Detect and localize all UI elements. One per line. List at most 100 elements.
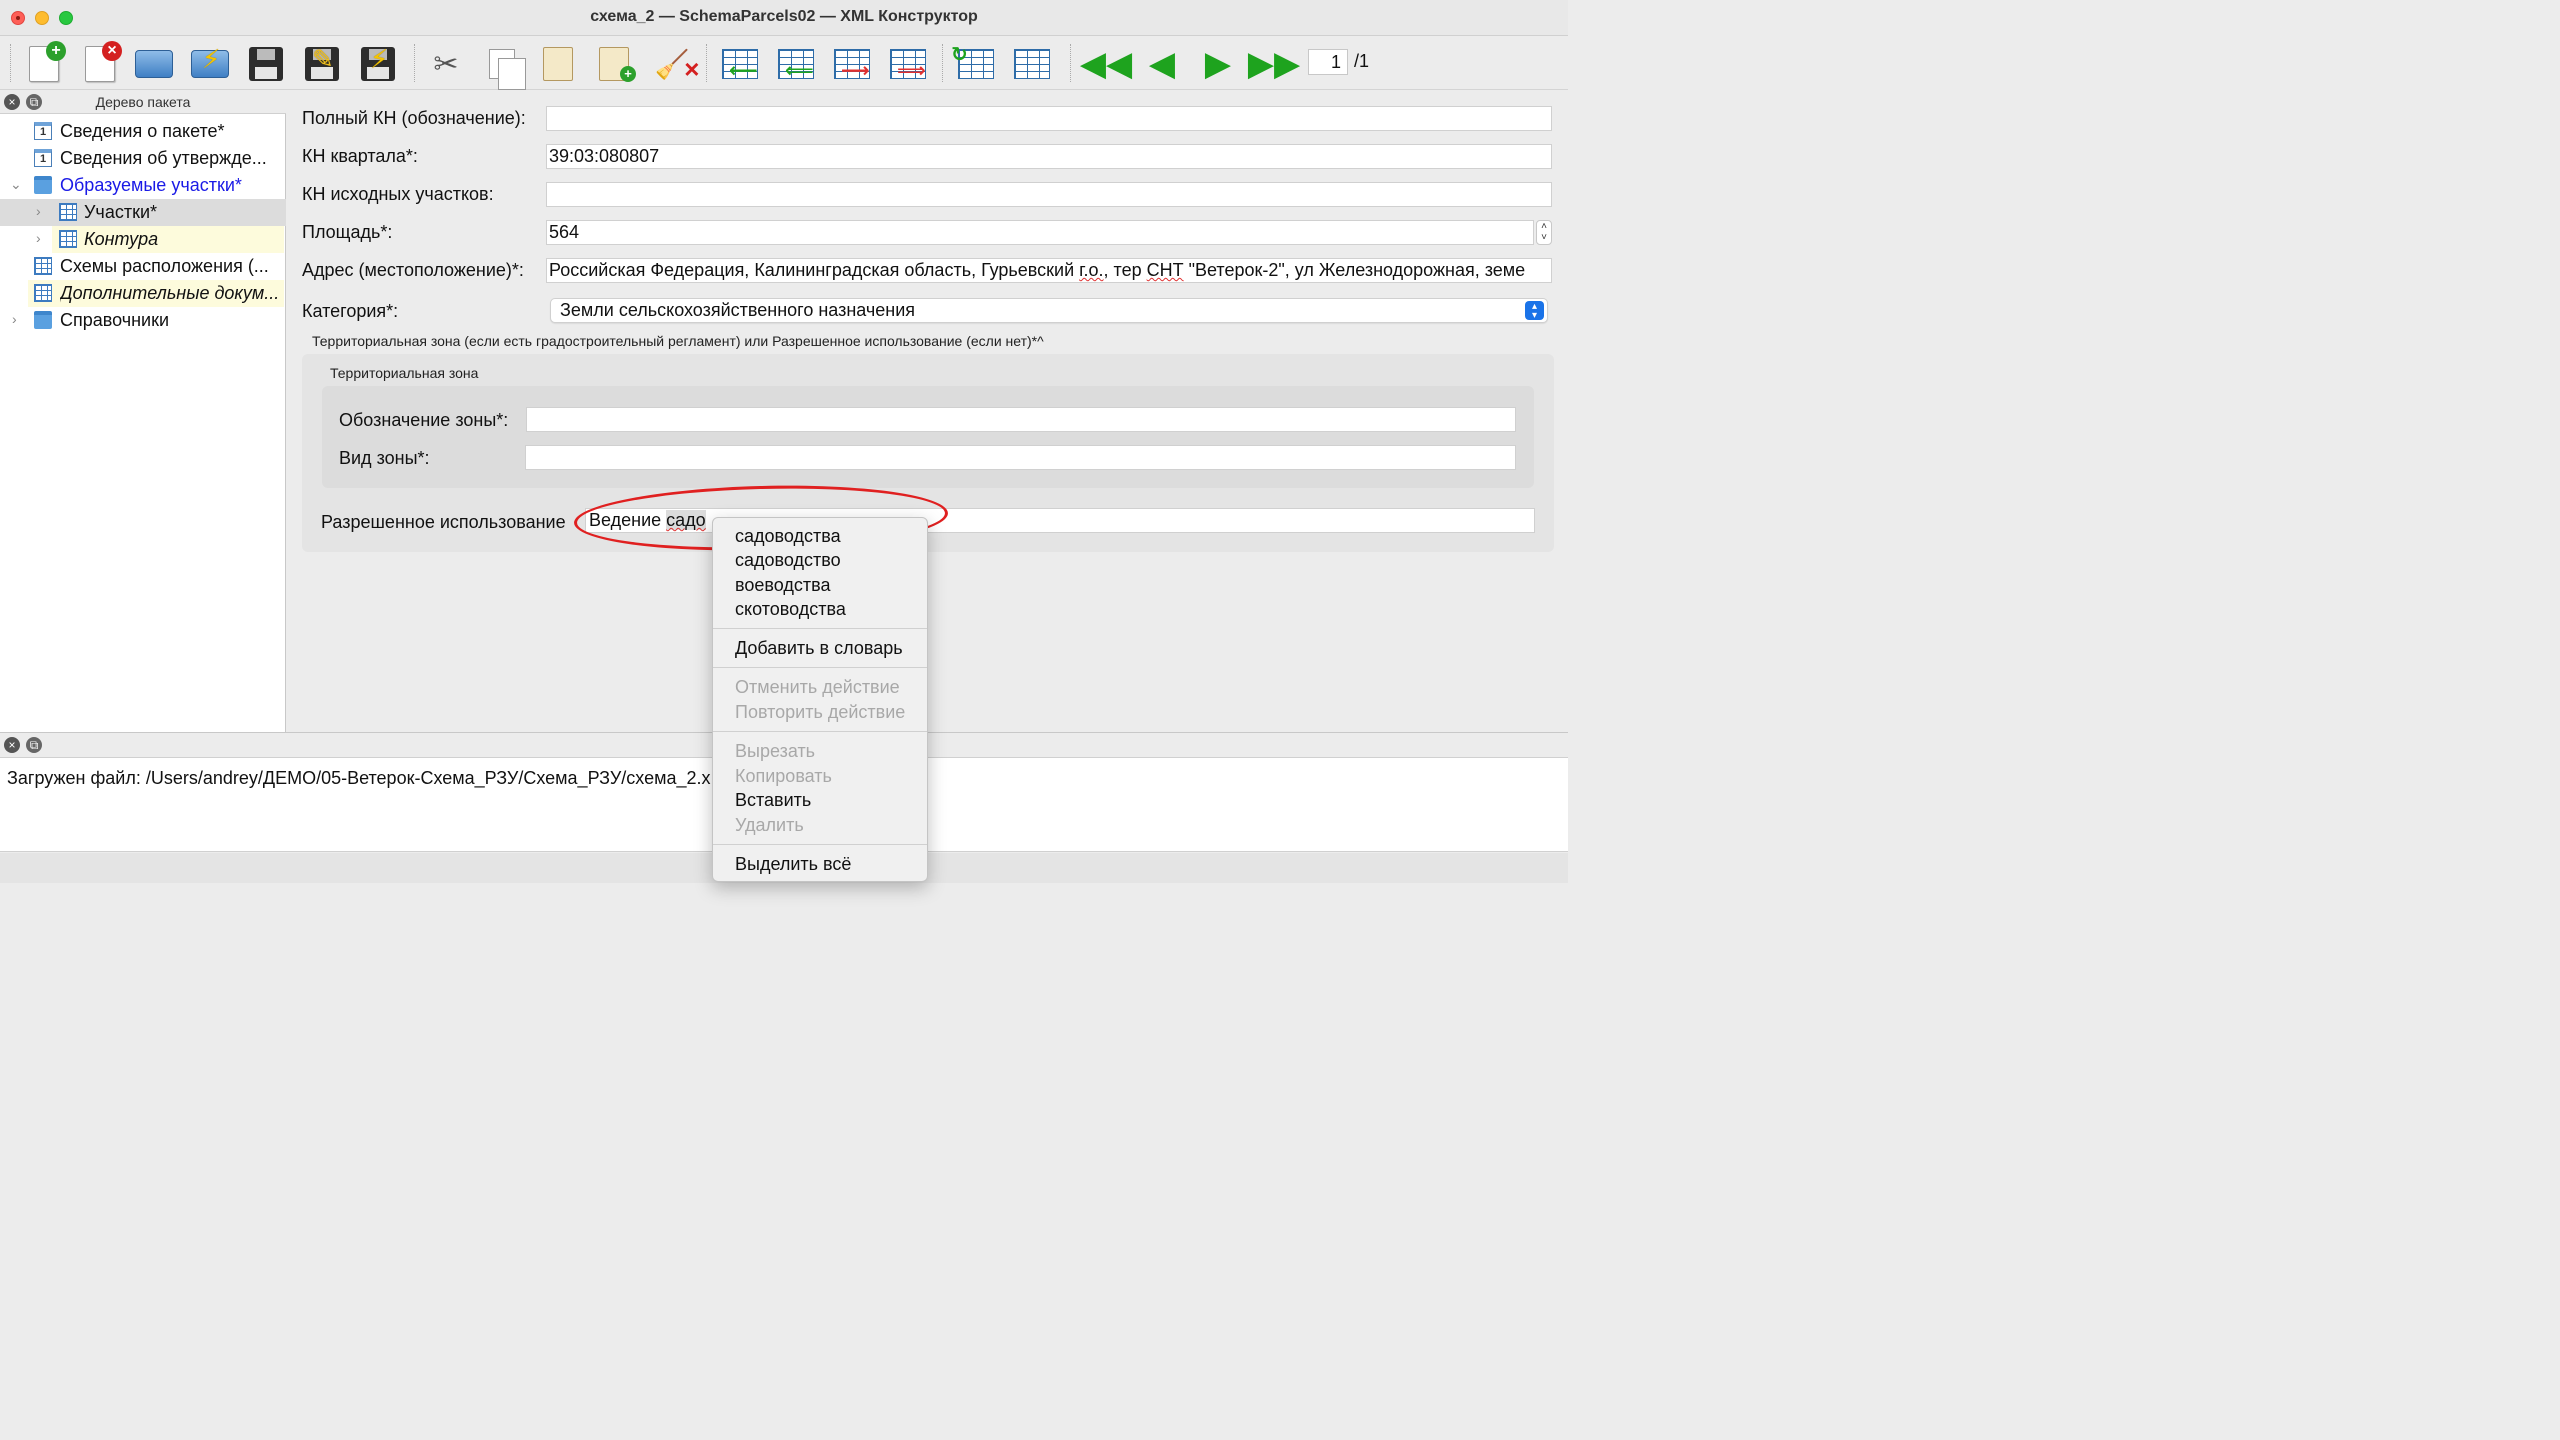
menu-item-cut[interactable]: Вырезать xyxy=(735,741,815,762)
copy-icon xyxy=(489,49,526,90)
table-icon xyxy=(34,284,52,302)
info-doc-icon: 1 xyxy=(34,122,52,140)
package-tree-panel: × ⧉ Дерево пакета 1 Сведения о пакете* 1… xyxy=(0,90,286,732)
address-text: , тер xyxy=(1103,260,1147,280)
chevron-updown-icon: ▴ ▾ xyxy=(1525,301,1544,321)
tree-item-label: Схемы расположения (... xyxy=(60,256,269,276)
chevron-right-icon[interactable]: › xyxy=(36,230,41,246)
tree-item-formed-parcels[interactable]: ⌄ Образуемые участки* xyxy=(0,172,286,199)
address-text: СНТ xyxy=(1146,260,1184,280)
tree-item-label: Контура xyxy=(84,229,159,249)
chevron-right-icon[interactable]: › xyxy=(12,311,17,327)
area-label: Площадь*: xyxy=(302,222,393,242)
prev-page-button[interactable]: ◀ xyxy=(1140,42,1184,86)
right-arrow-icon: ▶ xyxy=(1204,45,1232,83)
menu-item-delete[interactable]: Удалить xyxy=(735,815,804,836)
zone-designation-input[interactable] xyxy=(526,407,1516,432)
tree-item-parcels[interactable]: › Участки* xyxy=(0,199,286,226)
table-arrow-right-red-icon: ⟹ xyxy=(890,49,926,82)
menu-item-select-all[interactable]: Выделить всё xyxy=(735,854,851,875)
tree-item-package-info[interactable]: 1 Сведения о пакете* xyxy=(0,118,286,145)
last-page-button[interactable]: ▶▶ xyxy=(1248,42,1300,86)
toolbar-separator xyxy=(942,44,944,82)
chevron-right-icon[interactable]: › xyxy=(36,203,41,219)
toolbar-separator xyxy=(414,44,416,82)
address-text: г.о. xyxy=(1079,260,1104,280)
tree-item-contours[interactable]: Контура xyxy=(52,226,284,253)
area-input[interactable]: 564 xyxy=(546,220,1534,245)
insert-row-after-button[interactable]: ⟸ xyxy=(774,42,818,86)
page-number-input[interactable]: 1 xyxy=(1308,49,1348,75)
table-columns-icon xyxy=(1014,49,1050,79)
kn-source-input[interactable] xyxy=(546,182,1552,207)
toolbar-grip xyxy=(10,44,12,82)
table-arrow-left2-icon: ⟸ xyxy=(778,49,814,82)
kn-quarter-input[interactable]: 39:03:080807 xyxy=(546,144,1552,169)
delete-row-button[interactable]: ⟹ xyxy=(886,42,930,86)
tree-item-additional-docs[interactable]: Дополнительные докум... xyxy=(28,280,284,307)
menu-item-suggestion[interactable]: воеводства xyxy=(735,575,830,596)
clipboard-icon xyxy=(543,47,573,81)
app-window: схема_2 — SchemaParcels02 — XML Конструк… xyxy=(0,0,1568,883)
tree-item-label: Справочники xyxy=(60,310,170,330)
zone-type-label: Вид зоны*: xyxy=(339,448,430,468)
print-button[interactable] xyxy=(132,42,176,86)
area-spinner[interactable]: ˄ ˅ xyxy=(1536,220,1552,245)
cut-button[interactable]: ✂ xyxy=(424,42,468,86)
parcel-form: Полный КН (обозначение): КН квартала*: 3… xyxy=(288,90,1568,732)
paste-button[interactable] xyxy=(536,42,580,86)
table-refresh-button[interactable]: ↻ xyxy=(951,42,998,86)
address-text: "Ветерок-2", ул Железнодорожная, земе xyxy=(1183,260,1526,280)
folder-icon xyxy=(34,176,52,194)
menu-item-suggestion[interactable]: садоводство xyxy=(735,550,841,571)
menu-item-copy[interactable]: Копировать xyxy=(735,766,832,787)
copy-button[interactable] xyxy=(480,42,526,90)
save-as-button[interactable]: ✎ xyxy=(300,42,344,86)
menu-item-suggestion[interactable]: садоводства xyxy=(735,526,841,547)
zone-group-title: Территориальная зона (если есть градостр… xyxy=(312,333,1044,349)
tree-item-references[interactable]: › Справочники xyxy=(0,307,286,334)
category-select[interactable]: Земли сельскохозяйственного назначения ▴… xyxy=(550,298,1548,323)
print-quick-button[interactable]: ⚡ xyxy=(188,42,232,86)
tree-item-layout-schemes[interactable]: Схемы расположения (... xyxy=(0,253,286,280)
paste-new-button[interactable]: + xyxy=(592,42,636,86)
zone-type-input[interactable] xyxy=(525,445,1516,470)
insert-row-before-button[interactable]: ⟵ xyxy=(718,42,762,86)
address-input[interactable]: Российская Федерация, Калининградская об… xyxy=(546,258,1552,283)
next-page-button[interactable]: ▶ xyxy=(1196,42,1240,86)
move-row-button[interactable]: ⟶ xyxy=(830,42,874,86)
close-document-button[interactable]: × xyxy=(78,41,122,86)
menu-item-redo[interactable]: Повторить действие xyxy=(735,702,905,723)
tree-item-approval-info[interactable]: 1 Сведения об утвержде... xyxy=(0,145,286,172)
spellcheck-context-menu: садоводства садоводство воеводства ското… xyxy=(712,517,928,882)
zone-designation-label: Обозначение зоны*: xyxy=(339,410,509,430)
title-bar: схема_2 — SchemaParcels02 — XML Конструк… xyxy=(0,0,1568,36)
new-document-button[interactable]: + xyxy=(22,41,66,86)
save-quick-button[interactable]: ⚡ xyxy=(356,42,400,86)
kn-source-label: КН исходных участков: xyxy=(302,184,494,204)
log-message: Загружен файл: /Users/andrey/ДЕМО/05-Вет… xyxy=(7,768,711,788)
close-panel-icon[interactable]: × xyxy=(4,737,20,753)
table-arrow-right-icon: ⟶ xyxy=(834,49,870,82)
float-panel-icon[interactable]: ⧉ xyxy=(26,737,42,753)
menu-item-paste[interactable]: Вставить xyxy=(735,790,811,811)
menu-separator xyxy=(713,844,927,845)
double-right-arrow-icon: ▶▶ xyxy=(1247,45,1301,83)
menu-separator xyxy=(713,628,927,629)
first-page-button[interactable]: ◀◀ xyxy=(1080,42,1132,86)
category-value: Земли сельскохозяйственного назначения xyxy=(560,300,916,320)
address-text: Российская Федерация, Калининградская об… xyxy=(549,260,1080,280)
clear-button[interactable]: 🧹 × xyxy=(650,42,700,86)
chevron-down-icon[interactable]: ⌄ xyxy=(10,176,22,193)
scissors-icon: ✂ xyxy=(433,47,459,81)
full-kn-input[interactable] xyxy=(546,106,1552,131)
menu-item-add-to-dictionary[interactable]: Добавить в словарь xyxy=(735,638,903,659)
terr-zone-title: Территориальная зона xyxy=(330,365,479,381)
broom-icon: 🧹 × xyxy=(654,48,700,84)
full-kn-label: Полный КН (обозначение): xyxy=(302,108,526,128)
tree-panel-title: Дерево пакета xyxy=(95,94,191,110)
save-button[interactable] xyxy=(244,42,288,86)
table-columns-button[interactable] xyxy=(1010,42,1054,86)
menu-item-undo[interactable]: Отменить действие xyxy=(735,677,900,698)
menu-item-suggestion[interactable]: скотоводства xyxy=(735,599,846,620)
